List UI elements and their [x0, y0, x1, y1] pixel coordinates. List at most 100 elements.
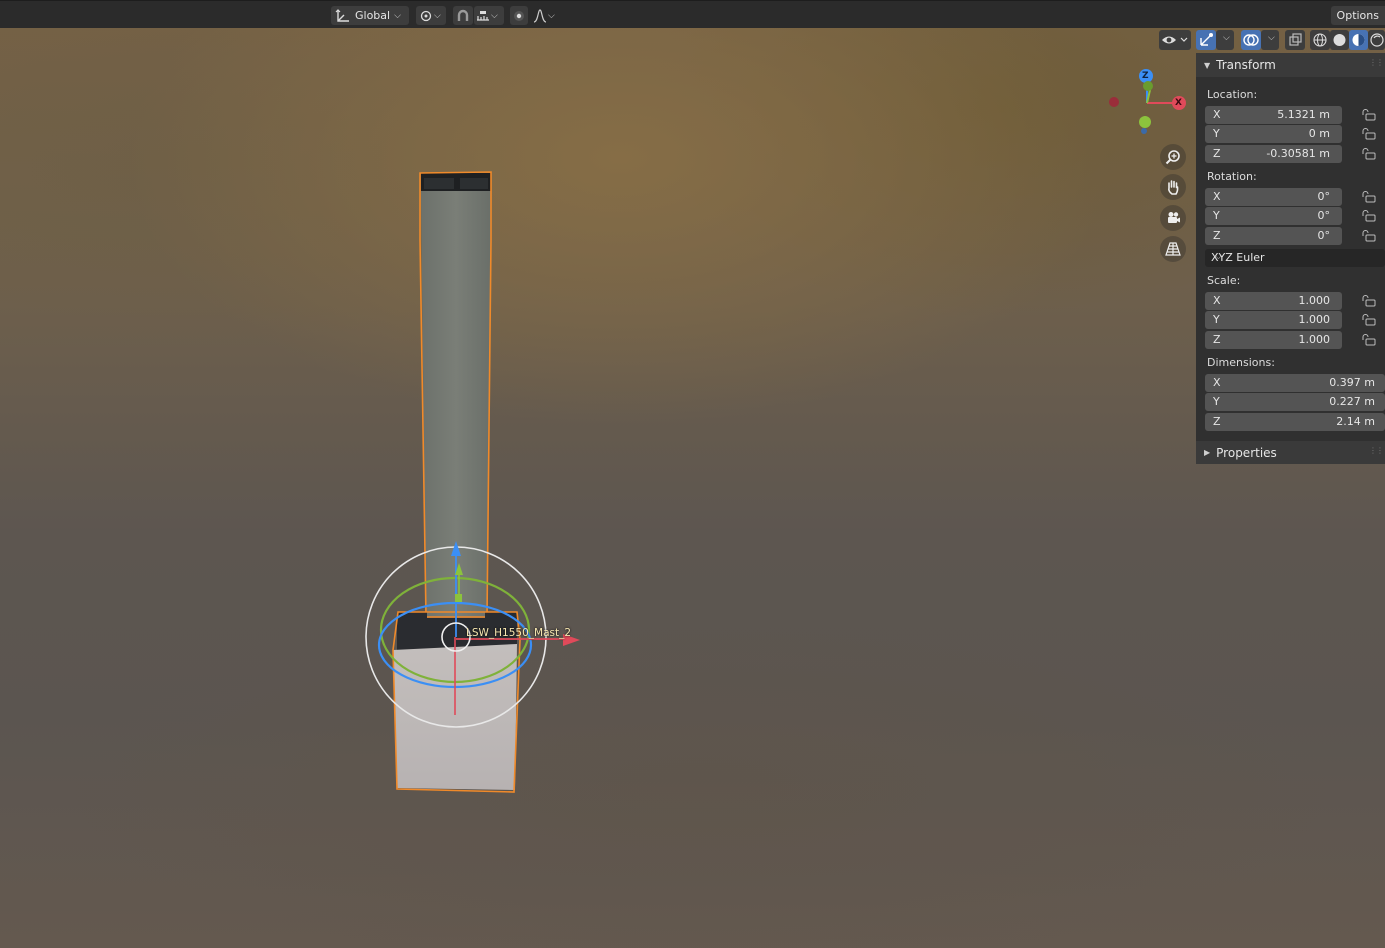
solid-sphere-icon	[1333, 34, 1346, 46]
chevron-down-icon: ⌵	[548, 10, 555, 21]
location-x-lock-toggle[interactable]	[1362, 109, 1376, 121]
gizmo-dropdown[interactable]: ⌵	[1216, 30, 1234, 50]
scale-z-field[interactable]: Z 1.000	[1205, 331, 1342, 349]
xray-toggle[interactable]	[1285, 30, 1305, 50]
chevron-down-icon: ⌵	[491, 10, 498, 21]
transform-orientation-dropdown[interactable]: Global ⌵	[331, 6, 409, 25]
axis-label: Y	[1213, 395, 1220, 408]
rotation-x-field[interactable]: X 0°	[1205, 188, 1342, 206]
transform-panel-header[interactable]: ▼ Transform ⋮⋮	[1196, 53, 1385, 77]
location-z-lock-toggle[interactable]	[1362, 148, 1376, 160]
location-y-value: 0 m	[1308, 127, 1330, 140]
perspective-toggle-button[interactable]	[1160, 236, 1186, 262]
overlays-toggle[interactable]	[1241, 30, 1261, 50]
axis-label: Z	[1213, 147, 1221, 160]
camera-view-button[interactable]	[1160, 205, 1186, 231]
location-y-field[interactable]: Y 0 m	[1205, 125, 1342, 143]
scale-z-lock-toggle[interactable]	[1362, 334, 1376, 346]
axis-label: Y	[1213, 313, 1220, 326]
nav-gizmo-x-label: X	[1175, 98, 1182, 108]
snap-toggle[interactable]	[453, 6, 473, 25]
axis-label: Y	[1213, 209, 1220, 222]
scale-y-field[interactable]: Y 1.000	[1205, 311, 1342, 329]
rotation-y-field[interactable]: Y 0°	[1205, 207, 1342, 225]
rotation-y-value: 0°	[1317, 209, 1331, 222]
wireframe-sphere-icon	[1313, 33, 1327, 47]
dimensions-y-value: 0.227 m	[1329, 395, 1375, 408]
pan-button[interactable]	[1160, 174, 1186, 200]
zoom-icon	[1165, 150, 1180, 165]
rotation-z-value: 0°	[1317, 229, 1331, 242]
unlock-icon	[1362, 148, 1376, 160]
sidebar-panel: ▼ Transform ⋮⋮ Location: X 5.1321 m Y 0 …	[1196, 53, 1385, 464]
transform-panel-title: Transform	[1216, 58, 1276, 72]
visibility-dropdown[interactable]	[1159, 30, 1191, 50]
axis-label: X	[1213, 190, 1221, 203]
expand-triangle-icon: ▶	[1204, 448, 1211, 457]
location-z-field[interactable]: Z -0.30581 m	[1205, 145, 1342, 163]
axis-label: Z	[1213, 229, 1221, 242]
unlock-icon	[1362, 230, 1376, 242]
scale-x-field[interactable]: X 1.000	[1205, 292, 1342, 310]
options-button[interactable]: Options	[1330, 6, 1385, 25]
rotation-x-value: 0°	[1317, 190, 1331, 203]
pivot-point-icon	[420, 10, 432, 21]
collapse-triangle-icon: ▼	[1204, 60, 1211, 70]
3d-viewport[interactable]: Z X LSW_H1550_Mast_2 ⌵ ⌵ ▼ Transform ⋮⋮ …	[0, 28, 1385, 948]
hand-icon	[1168, 180, 1179, 195]
scale-y-value: 1.000	[1298, 313, 1331, 326]
scale-x-lock-toggle[interactable]	[1362, 295, 1376, 307]
location-x-field[interactable]: X 5.1321 m	[1205, 106, 1342, 124]
axis-label: X	[1213, 108, 1221, 121]
viewport-header: Global ⌵ ⌵ ⌵ ⌵ Options	[0, 0, 1385, 28]
dimensions-y-field[interactable]: Y 0.227 m	[1205, 393, 1385, 411]
properties-panel-header[interactable]: ▶ Properties ⋮⋮	[1196, 441, 1385, 464]
magnet-icon	[457, 9, 469, 21]
dimensions-x-field[interactable]: X 0.397 m	[1205, 374, 1385, 392]
nav-gizmo-z-label: Z	[1142, 71, 1149, 81]
rotation-mode-dropdown[interactable]: XYZ Euler ⌵	[1205, 249, 1385, 267]
dimensions-z-field[interactable]: Z 2.14 m	[1205, 413, 1385, 431]
drag-handle-icon[interactable]: ⋮⋮	[1369, 58, 1384, 67]
unlock-icon	[1362, 109, 1376, 121]
pivot-point-dropdown[interactable]: ⌵	[416, 6, 446, 25]
rotation-x-lock-toggle[interactable]	[1362, 191, 1376, 203]
axis-label: X	[1213, 376, 1221, 389]
location-x-value: 5.1321 m	[1277, 108, 1330, 121]
shading-rendered-button[interactable]	[1368, 30, 1385, 50]
snap-increment-icon	[477, 10, 489, 21]
chevron-down-icon: ⌵	[394, 10, 401, 21]
proportional-editing-toggle[interactable]	[510, 6, 528, 25]
rotation-z-field[interactable]: Z 0°	[1205, 227, 1342, 245]
unlock-icon	[1362, 314, 1376, 326]
axis-label: X	[1213, 294, 1221, 307]
axis-label: Y	[1213, 127, 1220, 140]
unlock-icon	[1362, 128, 1376, 140]
scale-x-value: 1.000	[1298, 294, 1331, 307]
unlock-icon	[1362, 295, 1376, 307]
scale-label: Scale:	[1207, 274, 1241, 287]
gizmo-toggle[interactable]	[1196, 30, 1216, 50]
proportional-falloff-dropdown[interactable]: ⌵	[530, 6, 560, 25]
location-z-value: -0.30581 m	[1266, 147, 1330, 160]
scale-z-value: 1.000	[1298, 333, 1331, 346]
properties-panel-title: Properties	[1216, 445, 1277, 460]
rotation-label: Rotation:	[1207, 170, 1257, 183]
location-y-lock-toggle[interactable]	[1362, 128, 1376, 140]
rotation-y-lock-toggle[interactable]	[1362, 210, 1376, 222]
shading-material-button[interactable]	[1349, 30, 1368, 50]
scale-y-lock-toggle[interactable]	[1362, 314, 1376, 326]
object-name-label: LSW_H1550_Mast_2	[466, 627, 572, 639]
drag-handle-icon[interactable]: ⋮⋮	[1369, 446, 1384, 455]
eye-icon	[1162, 36, 1188, 44]
shading-solid-button[interactable]	[1330, 30, 1349, 50]
dimensions-z-value: 2.14 m	[1336, 415, 1375, 428]
shading-wireframe-button[interactable]	[1310, 30, 1330, 50]
options-label: Options	[1336, 9, 1379, 22]
overlays-dropdown[interactable]: ⌵	[1261, 30, 1279, 50]
dimensions-label: Dimensions:	[1207, 356, 1275, 369]
proportional-editing-icon	[514, 10, 524, 21]
rotation-z-lock-toggle[interactable]	[1362, 230, 1376, 242]
zoom-button[interactable]	[1160, 144, 1186, 170]
snap-target-dropdown[interactable]: ⌵	[474, 6, 504, 25]
